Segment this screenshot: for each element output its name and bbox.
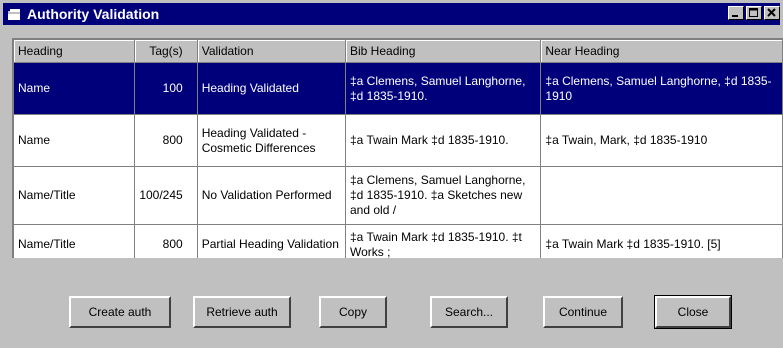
authority-validation-window: Authority Validation Heading Tag(s) Vali xyxy=(0,0,783,348)
app-icon xyxy=(8,8,22,20)
column-header-tags[interactable]: Tag(s) xyxy=(134,40,198,63)
validation-grid[interactable]: Heading Tag(s) Validation Bib Heading Ne… xyxy=(12,38,783,258)
cell-validation: Partial Heading Validation xyxy=(197,224,347,258)
table-row[interactable]: Name/Title 800 Partial Heading Validatio… xyxy=(14,224,783,258)
cell-validation: Heading Validated - Cosmetic Differences xyxy=(197,114,347,167)
cell-near-heading: ‡a Twain, Mark, ‡d 1835-1910 xyxy=(540,114,783,167)
cell-heading: Name xyxy=(14,114,136,167)
cell-bib-heading: ‡a Clemens, Samuel Langhorne, ‡d 1835-19… xyxy=(345,166,542,225)
search-button[interactable]: Search... xyxy=(430,296,508,328)
cell-tags: 100 xyxy=(134,62,198,115)
column-header-bib-heading[interactable]: Bib Heading xyxy=(345,40,542,63)
cell-near-heading: ‡a Clemens, Samuel Langhorne, ‡d 1835-19… xyxy=(540,62,783,115)
maximize-button[interactable] xyxy=(746,6,762,20)
close-window-button[interactable] xyxy=(764,6,780,20)
window-title: Authority Validation xyxy=(27,6,160,22)
cell-bib-heading: ‡a Twain Mark ‡d 1835-1910. ‡t Works ; xyxy=(345,224,542,258)
cell-heading: Name xyxy=(14,62,136,115)
continue-button[interactable]: Continue xyxy=(543,296,623,328)
header-row: Heading Tag(s) Validation Bib Heading Ne… xyxy=(14,40,783,63)
cell-validation: No Validation Performed xyxy=(197,166,347,225)
table-row[interactable]: Name/Title 100/245 No Validation Perform… xyxy=(14,166,783,225)
cell-tags: 800 xyxy=(134,114,198,167)
cell-near-heading: ‡a Twain Mark ‡d 1835-1910. [5] xyxy=(540,224,783,258)
close-button[interactable]: Close xyxy=(654,295,732,329)
retrieve-auth-button[interactable]: Retrieve auth xyxy=(193,296,291,328)
cell-heading: Name/Title xyxy=(14,224,136,258)
cell-validation: Heading Validated xyxy=(197,62,347,115)
validation-table: Heading Tag(s) Validation Bib Heading Ne… xyxy=(14,40,783,258)
cell-heading: Name/Title xyxy=(14,166,136,225)
column-header-near-heading[interactable]: Near Heading xyxy=(540,40,783,63)
cell-bib-heading: ‡a Twain Mark ‡d 1835-1910. xyxy=(345,114,542,167)
title-bar[interactable]: Authority Validation xyxy=(3,3,780,25)
column-header-validation[interactable]: Validation xyxy=(197,40,347,63)
cell-near-heading xyxy=(540,166,783,225)
table-row[interactable]: Name 800 Heading Validated - Cosmetic Di… xyxy=(14,114,783,167)
cell-bib-heading: ‡a Clemens, Samuel Langhorne, ‡d 1835-19… xyxy=(345,62,542,115)
table-row[interactable]: Name 100 Heading Validated ‡a Clemens, S… xyxy=(14,62,783,115)
cell-tags: 800 xyxy=(134,224,198,258)
cell-tags: 100/245 xyxy=(134,166,198,225)
minimize-button[interactable] xyxy=(728,6,744,20)
copy-button[interactable]: Copy xyxy=(319,296,387,328)
column-header-heading[interactable]: Heading xyxy=(14,40,136,63)
create-auth-button[interactable]: Create auth xyxy=(69,296,171,328)
